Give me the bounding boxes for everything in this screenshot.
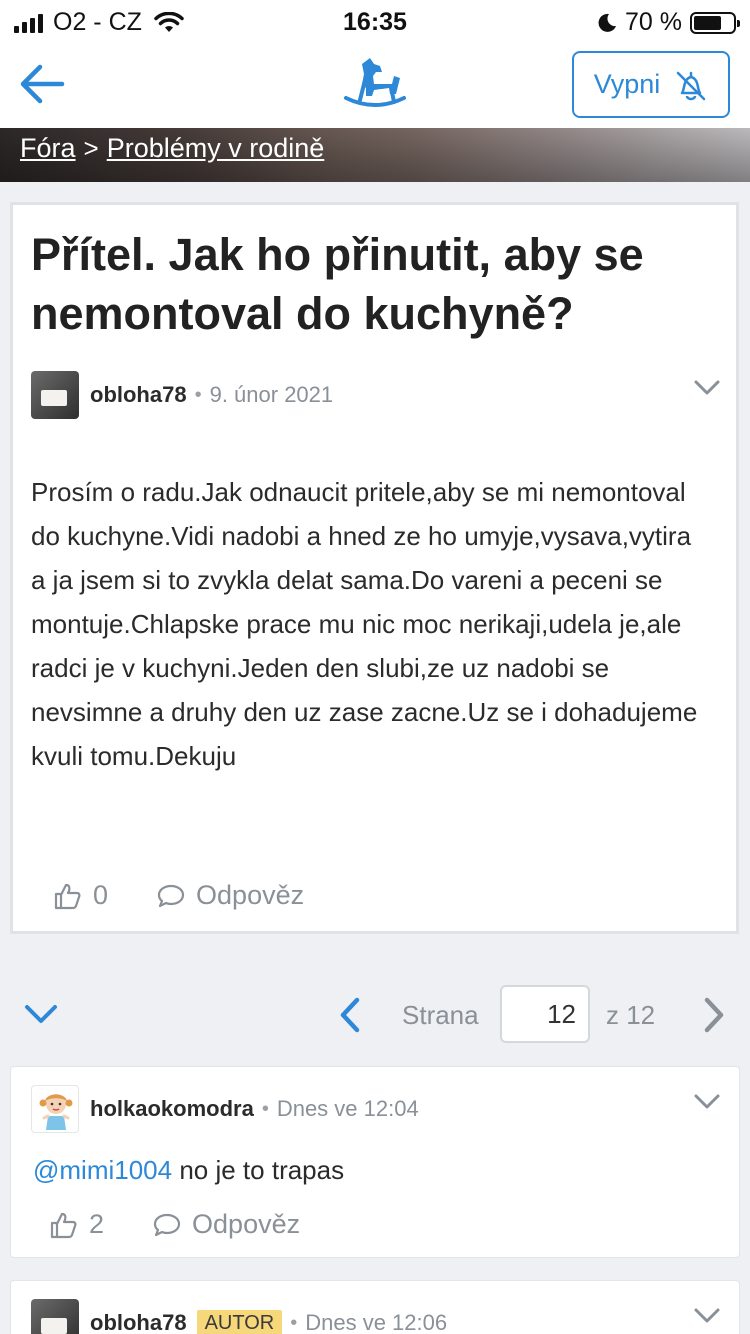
breadcrumb-forums-link[interactable]: Fóra: [20, 133, 76, 164]
thumbs-up-icon: [50, 1212, 77, 1238]
comment-author-row: holkaokomodra • Dnes ve 12:04: [31, 1084, 721, 1134]
breadcrumb: Fóra > Problémy v rodině: [20, 133, 324, 164]
chevron-down-icon[interactable]: [693, 378, 721, 398]
thread-post: Přítel. Jak ho přinutit, aby se nemontov…: [10, 202, 739, 934]
back-arrow-icon[interactable]: [18, 62, 66, 106]
girl-avatar-icon: [39, 1094, 73, 1130]
comment-author-name[interactable]: holkaokomodra: [90, 1096, 254, 1122]
bell-off-icon: [677, 71, 706, 100]
chevron-down-icon[interactable]: [693, 1306, 721, 1326]
comment-time: Dnes ve 12:06: [305, 1310, 448, 1334]
battery-icon: [690, 11, 740, 34]
prev-page-icon[interactable]: [338, 997, 362, 1033]
post-actions: 0 Odpověz: [53, 880, 304, 911]
thumbs-up-icon: [54, 883, 81, 909]
comment-author-name[interactable]: obloha78: [90, 1310, 187, 1334]
pagination: Strana z 12: [0, 985, 750, 1045]
mute-notifications-button[interactable]: Vypni: [572, 51, 730, 118]
forum-banner: Fóra > Problémy v rodině: [0, 128, 750, 182]
comment-author-row: obloha78 AUTOR • Dnes ve 12:06: [31, 1298, 721, 1334]
status-bar: O2 - CZ 16:35 70 %: [0, 0, 750, 42]
speech-bubble-icon: [153, 1213, 181, 1236]
mute-button-label: Vypni: [593, 69, 661, 99]
comment-card: holkaokomodra • Dnes ve 12:04 @mimi1004 …: [10, 1066, 740, 1258]
breadcrumb-separator: >: [83, 133, 99, 163]
next-page-icon[interactable]: [702, 997, 726, 1033]
comment-actions: 2 Odpověz: [49, 1209, 300, 1240]
comment-card: obloha78 AUTOR • Dnes ve 12:06: [10, 1280, 740, 1334]
avatar[interactable]: [31, 371, 79, 419]
comment-time: Dnes ve 12:04: [276, 1096, 419, 1121]
thread-title: Přítel. Jak ho přinutit, aby se nemontov…: [31, 229, 644, 339]
author-badge: AUTOR: [196, 1309, 283, 1334]
post-author-row: obloha78 • 9. únor 2021: [31, 370, 721, 420]
breadcrumb-category-link[interactable]: Problémy v rodině: [107, 133, 325, 164]
user-mention-link[interactable]: @mimi1004: [33, 1155, 172, 1185]
like-count: 2: [89, 1209, 105, 1239]
moon-icon: [598, 13, 617, 32]
post-author-name[interactable]: obloha78: [90, 382, 187, 408]
like-button[interactable]: 2: [49, 1209, 104, 1240]
avatar[interactable]: [31, 1085, 79, 1133]
battery-percent: 70 %: [625, 8, 682, 36]
reply-label: Odpověz: [196, 880, 305, 910]
chevron-down-icon[interactable]: [693, 1092, 721, 1112]
like-button[interactable]: 0: [53, 880, 108, 911]
post-date: 9. únor 2021: [209, 382, 334, 407]
avatar[interactable]: [31, 1299, 79, 1334]
page-total: z 12: [606, 1000, 656, 1030]
page-label: Strana: [402, 1000, 479, 1030]
chevron-down-icon[interactable]: [24, 1003, 58, 1025]
reply-button[interactable]: Odpověz: [152, 1209, 300, 1240]
reply-button[interactable]: Odpověz: [156, 880, 304, 911]
like-count: 0: [93, 880, 109, 910]
speech-bubble-icon: [157, 884, 185, 907]
page-number-input[interactable]: [500, 985, 590, 1043]
rocking-horse-logo-icon[interactable]: [340, 54, 410, 110]
app-header: Vypni: [0, 42, 750, 128]
comment-text-body: no je to trapas: [172, 1155, 345, 1185]
reply-label: Odpověz: [192, 1209, 301, 1239]
comment-text: @mimi1004 no je to trapas: [33, 1155, 344, 1186]
post-body: Prosím o radu.Jak odnaucit pritele,aby s…: [31, 477, 698, 771]
